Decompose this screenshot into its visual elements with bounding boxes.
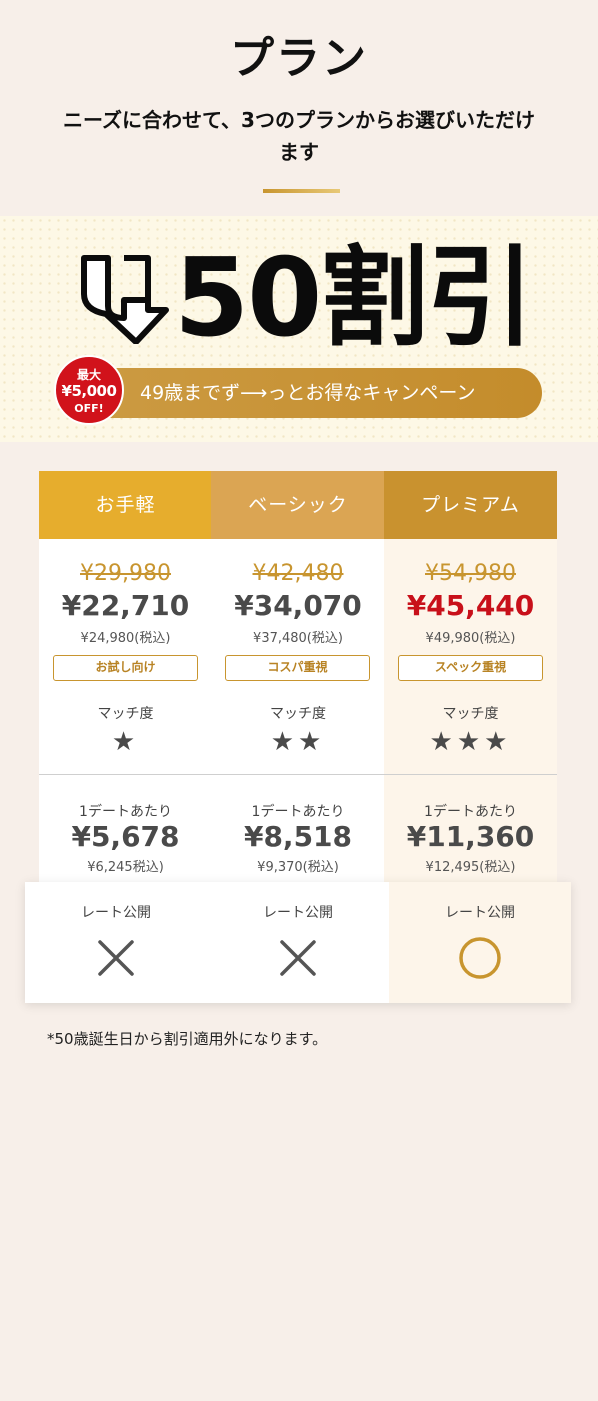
plan-header-otegaru[interactable]: お手軽 [39,471,212,539]
campaign-pill: 49歳までず⟶っとお得なキャンペーン [74,368,542,418]
u-down-arrow-icon [81,255,169,344]
match-label: マッチ度 [97,706,154,722]
sale-price: ¥34,070 [234,589,362,622]
page-subtitle: ニーズに合わせて、3つのプランからお選びいただけます [63,108,535,164]
original-price: ¥42,480 [252,561,344,586]
sale-price: ¥45,440 [406,589,535,622]
cross-icon [280,940,316,976]
match-stars: ★★★ [429,727,512,757]
match-stars: ★★ [270,727,326,757]
rate-label: レート公開 [81,905,151,921]
circle-icon [459,937,501,979]
per-date-price: ¥5,678 [71,820,180,853]
title-divider [263,189,340,193]
match-stars: ★ [111,727,140,757]
per-date-label: 1デートあたり [251,804,345,820]
badge-line-1: 最大 [76,368,101,382]
per-date-price: ¥8,518 [243,820,353,853]
rate-label: レート公開 [263,905,333,921]
badge-line-2: ¥5,000 [61,382,117,400]
discount-badge: 最大 ¥5,000 OFF! [54,355,124,425]
plan-header-premium[interactable]: プレミアム [384,471,557,539]
rate-public-card: レート公開 レート公開 レート公開 [25,882,571,1003]
banner-headline: 50割引 [174,236,534,361]
per-date-tax: ¥9,370(税込) [257,860,339,875]
plan-tag: スペック重視 [398,655,543,681]
plan-header-basic[interactable]: ベーシック [211,471,385,539]
tax-price: ¥49,980(税込) [425,631,516,646]
per-date-label: 1デートあたり [424,804,517,820]
rate-col-basic: レート公開 [207,882,389,1003]
badge-line-3: OFF! [74,402,104,415]
original-price: ¥54,980 [425,561,516,586]
per-date-label: 1デートあたり [79,804,172,820]
per-date-price: ¥11,360 [406,820,535,853]
match-label: マッチ度 [270,706,326,722]
sale-price: ¥22,710 [61,589,190,622]
tax-price: ¥24,980(税込) [80,631,171,646]
tax-price: ¥37,480(税込) [253,631,343,646]
original-price: ¥29,980 [80,561,171,586]
match-label: マッチ度 [442,706,499,722]
per-date-tax: ¥6,245税込) [87,860,164,875]
campaign-banner: 50割引 49歳までず⟶っとお得なキャンペーン 最大 ¥5,000 OFF! [0,216,598,442]
page-title: プラン [230,33,368,84]
rate-col-premium: レート公開 [389,882,571,1003]
per-date-tax: ¥12,495(税込) [425,860,516,875]
rate-label: レート公開 [445,905,515,921]
plan-tag: お試し向け [53,655,198,681]
plan-tag: コスパ重視 [225,655,370,681]
footnote: *50歳誕生日から割引適用外になります。 [47,1030,328,1048]
rate-col-otegaru: レート公開 [25,882,207,1003]
table-divider [39,774,557,775]
cross-icon [98,940,134,976]
